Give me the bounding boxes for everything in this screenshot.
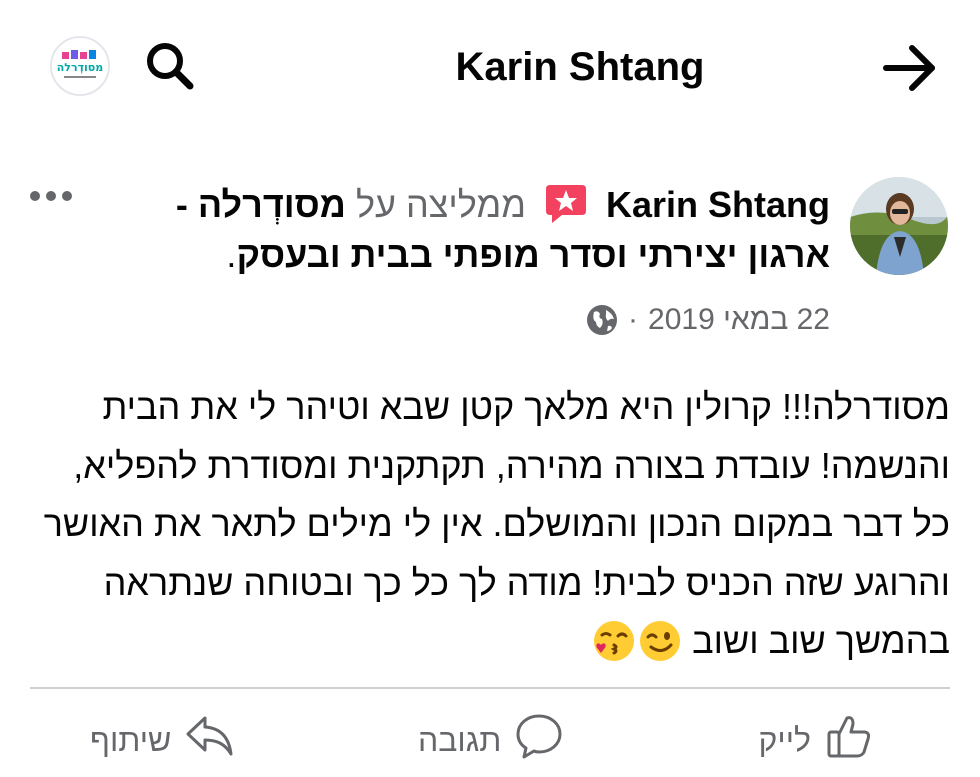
share-label: שיתוף — [90, 721, 172, 758]
post-meta: 22 במאי 2019 · — [586, 298, 830, 342]
logo-text: מסודְרלה — [57, 61, 104, 74]
comment-button[interactable]: תגובה — [418, 712, 565, 768]
avatar[interactable] — [850, 177, 948, 275]
share-arrow-icon — [183, 710, 235, 770]
post-text: מסודרלה!!! קרולין היא מלאך קטן שבא וטיהר… — [43, 386, 950, 661]
author-name[interactable]: Karin Shtang — [606, 184, 830, 225]
recommend-star-icon — [544, 181, 588, 225]
arrow-right-icon[interactable] — [878, 38, 942, 98]
divider — [30, 687, 950, 689]
globe-icon — [586, 304, 618, 336]
thumbs-up-icon — [823, 710, 875, 770]
post-date[interactable]: 22 במאי 2019 — [648, 298, 830, 342]
page-title: Karin Shtang — [455, 45, 705, 89]
page-logo[interactable]: מסודְרלה — [50, 36, 110, 96]
face-blowing-kiss-icon — [592, 619, 636, 663]
winking-face-icon — [638, 619, 682, 663]
post-headline: Karin Shtang ממליצה על מסודְרלה - ארגון … — [110, 180, 830, 280]
share-button[interactable]: שיתוף — [90, 712, 235, 768]
recommends-text: ממליצה על — [355, 184, 526, 225]
search-icon[interactable] — [142, 38, 198, 94]
meta-separator: · — [628, 303, 639, 336]
like-label: לייק — [758, 721, 811, 758]
comment-bubble-icon — [513, 710, 565, 770]
comment-label: תגובה — [418, 721, 502, 758]
page-logo-icon: מסודְרלה — [57, 50, 104, 78]
post-body: מסודרלה!!! קרולין היא מלאך קטן שבא וטיהר… — [30, 378, 950, 671]
like-button[interactable]: לייק — [759, 712, 875, 768]
more-options-icon[interactable] — [28, 186, 74, 206]
